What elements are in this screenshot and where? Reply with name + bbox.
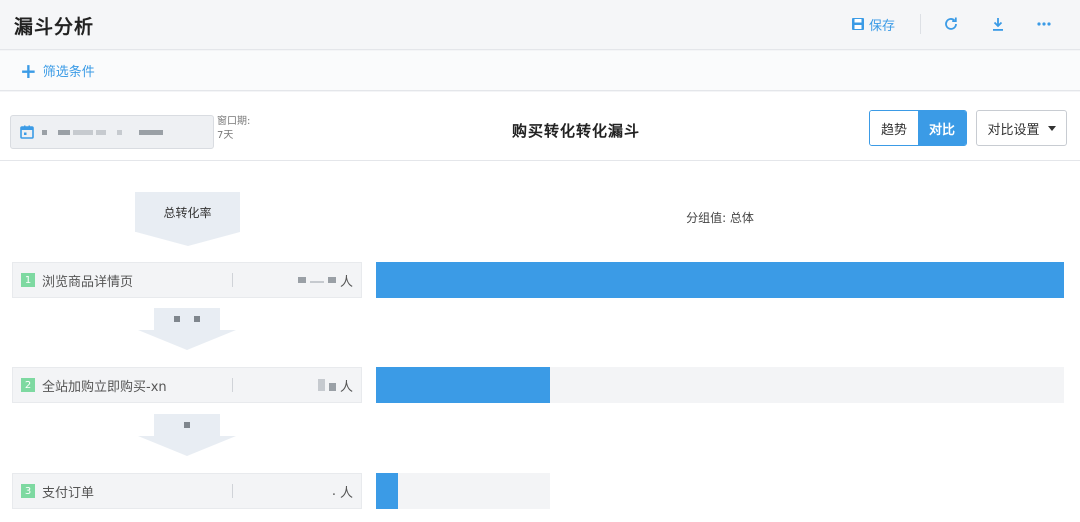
- page-header: 漏斗分析 保存: [0, 0, 1080, 50]
- step-unit: 人: [339, 274, 353, 290]
- total-conversion-label: 总转化率: [135, 192, 240, 232]
- add-filter-label: 筛选条件: [42, 65, 95, 80]
- window-period-value: 7天: [217, 130, 234, 141]
- redacted-count: [328, 383, 336, 391]
- more-button[interactable]: [1034, 14, 1054, 34]
- step-number-badge: 3: [21, 484, 35, 498]
- step-count: 人: [233, 376, 353, 395]
- step-bar-track-2: [376, 367, 1064, 403]
- window-period: 窗口期: 7天: [217, 115, 250, 143]
- step-bar-2[interactable]: [376, 367, 550, 403]
- refresh-button[interactable]: [941, 14, 961, 34]
- step-name: 浏览商品详情页: [42, 274, 134, 290]
- arrow-down-icon: [138, 330, 236, 350]
- redacted-count: [309, 281, 324, 283]
- chevron-down-icon: [1047, 125, 1056, 131]
- step-unit: 人: [339, 379, 353, 395]
- step-number-badge: 1: [21, 273, 35, 287]
- conversion-arrow-1: [138, 308, 236, 350]
- save-button[interactable]: 保存: [851, 14, 895, 34]
- step-count: . 人: [233, 482, 353, 501]
- funnel-step-3[interactable]: 3 支付订单 . 人: [12, 473, 362, 509]
- funnel-step-2[interactable]: 2 全站加购立即购买-xn 人: [12, 367, 362, 403]
- step-unit: 人: [339, 485, 353, 501]
- conversion-arrow-2: [138, 414, 236, 456]
- funnel-panel: 窗口期: 7天 购买转化转化漏斗 趋势 对比 对比设置 总转化率 分组值: 总体…: [0, 92, 1080, 522]
- download-icon: [993, 18, 1003, 31]
- date-range-picker[interactable]: [10, 115, 214, 149]
- date-range-redacted: [42, 129, 163, 135]
- conversion-rate-redacted: [154, 414, 220, 436]
- redacted-count: [317, 379, 325, 391]
- step-count: 人: [233, 271, 353, 290]
- more-icon: [1037, 22, 1051, 26]
- step-name: 支付订单: [42, 485, 95, 501]
- step-bar-1[interactable]: [376, 262, 1064, 298]
- step-bar-track-1: [376, 262, 1064, 298]
- header-divider: [920, 14, 921, 34]
- download-button[interactable]: [988, 14, 1008, 34]
- refresh-icon: [945, 17, 957, 30]
- step-name: 全站加购立即购买-xn: [42, 379, 167, 395]
- view-toggle: 趋势 对比: [869, 110, 967, 146]
- redacted-count: [327, 277, 336, 283]
- filter-bar: + 筛选条件: [0, 51, 1080, 91]
- arrow-down-icon: [138, 436, 236, 456]
- toggle-compare[interactable]: 对比: [918, 111, 966, 145]
- page-title: 漏斗分析: [14, 16, 95, 38]
- total-conversion-arrow: [135, 232, 240, 246]
- window-period-label: 窗口期:: [217, 116, 251, 127]
- save-label: 保存: [869, 18, 896, 34]
- step-bar-track-3: [376, 473, 550, 509]
- plus-icon: +: [20, 58, 37, 83]
- step-number-badge: 2: [21, 378, 35, 392]
- calendar-icon: [20, 125, 34, 139]
- step-bar-3[interactable]: [376, 473, 398, 509]
- compare-settings-label: 对比设置: [987, 122, 1040, 138]
- step-count-prefix: .: [331, 483, 336, 499]
- conversion-rate-redacted: [154, 308, 220, 330]
- total-conversion-header: 总转化率: [135, 192, 240, 246]
- redacted-count: [297, 277, 306, 283]
- toggle-trend[interactable]: 趋势: [870, 111, 918, 145]
- compare-settings-dropdown[interactable]: 对比设置: [976, 110, 1067, 146]
- group-value-label: 分组值: 总体: [686, 211, 754, 225]
- save-icon: [852, 18, 864, 30]
- funnel-step-1[interactable]: 1 浏览商品详情页 人: [12, 262, 362, 298]
- chart-toolbar: 窗口期: 7天 购买转化转化漏斗 趋势 对比 对比设置: [0, 92, 1080, 161]
- add-filter-button[interactable]: + 筛选条件: [20, 58, 95, 83]
